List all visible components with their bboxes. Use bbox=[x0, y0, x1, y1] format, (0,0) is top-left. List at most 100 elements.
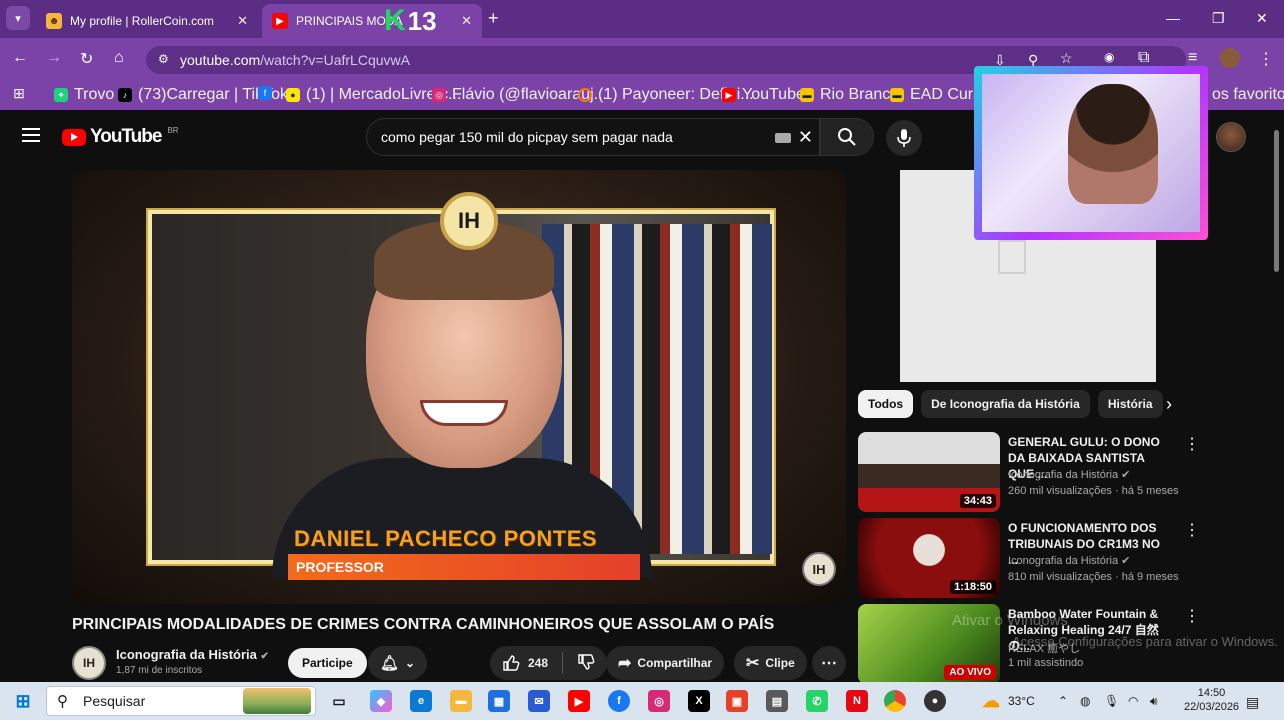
channel-watermark[interactable]: IH bbox=[802, 552, 836, 586]
share-button[interactable]: ➦ Compartilhar bbox=[606, 646, 725, 680]
show-hidden-icons-icon[interactable]: ⌃ bbox=[1058, 694, 1068, 708]
reload-button[interactable]: ↻ bbox=[80, 49, 93, 69]
back-button[interactable]: ← bbox=[12, 49, 28, 67]
clip-button[interactable]: ✂ Clipe bbox=[734, 646, 807, 680]
video-frame-border bbox=[148, 210, 774, 578]
recommendation-channel[interactable]: Iconografia da História ✔ bbox=[1008, 554, 1130, 567]
minimize-button[interactable]: — bbox=[1166, 10, 1180, 26]
bookmark-trovo[interactable]: ✦ Trovo bbox=[54, 86, 114, 104]
recommendation-thumbnail[interactable]: 34:43 bbox=[858, 432, 1000, 512]
task-view-icon[interactable]: ▭ bbox=[328, 690, 350, 712]
chip-history[interactable]: História bbox=[1097, 390, 1163, 418]
more-actions-button[interactable]: ⋯ bbox=[812, 646, 846, 680]
more-actions-icon[interactable]: ⋮ bbox=[1184, 520, 1200, 540]
keyboard-icon[interactable] bbox=[775, 133, 791, 143]
live-badge: AO VIVO bbox=[944, 665, 996, 680]
gallery-app-icon[interactable]: ▤ bbox=[766, 690, 788, 712]
recommendation-item[interactable]: 1:18:50 O FUNCIONAMENTO DOS TRIBUNAIS DO… bbox=[858, 518, 1200, 598]
wifi-icon[interactable]: ◠ bbox=[1128, 694, 1138, 708]
taskbar-search[interactable]: ⚲ Pesquisar bbox=[46, 686, 316, 716]
tab-close-icon[interactable]: ✕ bbox=[237, 13, 248, 29]
office-app-icon[interactable]: ▣ bbox=[726, 690, 748, 712]
video-player[interactable]: IH DANIEL PACHECO PONTES PROFESSOR IH bbox=[72, 170, 846, 604]
streamer-figure bbox=[1068, 84, 1158, 204]
obs-icon[interactable]: ● bbox=[924, 690, 946, 712]
share-icon: ➦ bbox=[618, 655, 632, 672]
like-count: 248 bbox=[528, 656, 549, 670]
volume-icon[interactable]: 🔊︎ bbox=[1150, 694, 1158, 709]
channel-avatar[interactable]: IH bbox=[72, 646, 106, 680]
x-app-icon[interactable]: X bbox=[688, 690, 710, 712]
recommendation-thumbnail[interactable]: 1:18:50 bbox=[858, 518, 1000, 598]
chrome-icon[interactable] bbox=[884, 690, 906, 712]
recommendation-item[interactable]: 34:43 GENERAL GULU: O DONO DA BAIXADA SA… bbox=[858, 432, 1200, 512]
chevron-down-icon: ⌄ bbox=[405, 656, 416, 670]
store-icon[interactable]: ▦ bbox=[488, 690, 510, 712]
kick-logo-icon: K bbox=[384, 4, 406, 37]
temperature[interactable]: 33°C bbox=[1008, 694, 1035, 708]
search-input[interactable]: como pegar 150 mil do picpay sem pagar n… bbox=[366, 118, 820, 156]
person-smile bbox=[420, 400, 508, 426]
facebook-app-icon[interactable]: f bbox=[608, 690, 630, 712]
netflix-icon[interactable]: N bbox=[846, 690, 868, 712]
browser-menu-icon[interactable]: ⋮ bbox=[1258, 49, 1274, 69]
notifications-button[interactable]: 🔔︎ ⌄ bbox=[368, 646, 428, 680]
new-tab-button[interactable]: + bbox=[488, 8, 499, 29]
search-button[interactable] bbox=[820, 118, 874, 156]
instagram-app-icon[interactable]: ◎ bbox=[648, 690, 670, 712]
network-icon[interactable]: ◍ bbox=[1080, 694, 1090, 708]
reading-list-icon[interactable]: ≡ bbox=[1188, 49, 1197, 67]
thumbs-up-icon bbox=[503, 655, 520, 671]
verified-icon: ✔ bbox=[260, 651, 269, 662]
like-button[interactable]: 248 bbox=[502, 654, 548, 672]
forward-button[interactable]: → bbox=[46, 49, 62, 67]
notifications-icon[interactable]: ▤ bbox=[1246, 694, 1259, 711]
microphone-tray-icon[interactable]: 🎙︎ bbox=[1104, 694, 1119, 708]
dislike-button[interactable] bbox=[577, 653, 595, 674]
youtube-logo[interactable]: YouTube BR bbox=[62, 126, 179, 148]
voice-search-button[interactable] bbox=[886, 120, 922, 156]
maximize-button[interactable]: ❐ bbox=[1212, 10, 1225, 27]
copilot-icon[interactable]: ◆ bbox=[370, 690, 392, 712]
chip-all[interactable]: Todos bbox=[858, 390, 914, 418]
clear-search-icon[interactable]: ✕ bbox=[798, 127, 813, 148]
profile-avatar[interactable] bbox=[1220, 48, 1240, 68]
weather-icon[interactable]: ☁ bbox=[980, 690, 1002, 712]
account-avatar[interactable] bbox=[1216, 122, 1246, 152]
recommendation-channel[interactable]: Iconografia da História ✔ bbox=[1008, 468, 1130, 481]
close-window-button[interactable]: ✕ bbox=[1256, 10, 1268, 27]
more-actions-icon[interactable]: ⋮ bbox=[1184, 434, 1200, 454]
join-button[interactable]: Participe bbox=[288, 648, 367, 678]
tab-search-button[interactable]: ▾ bbox=[6, 6, 30, 30]
page-scrollbar[interactable] bbox=[1272, 116, 1280, 682]
bookmark-rio-branco[interactable]: ▬ Rio Branco bbox=[800, 86, 899, 104]
extension-icon[interactable]: ◉ bbox=[1104, 50, 1114, 64]
channel-name[interactable]: Iconografia da História ✔ bbox=[116, 647, 269, 662]
edge-icon[interactable]: e bbox=[410, 690, 432, 712]
guide-menu-icon[interactable] bbox=[22, 128, 40, 142]
chevron-right-icon[interactable]: › bbox=[1166, 394, 1172, 415]
youtube-app-icon[interactable]: ▶ bbox=[568, 690, 590, 712]
whatsapp-icon[interactable]: ✆ bbox=[806, 690, 828, 712]
tiktok-icon: ♪ bbox=[118, 88, 132, 102]
tab-youtube-video[interactable]: ▶ PRINCIPAIS MODADE ✕ bbox=[262, 4, 482, 38]
extensions-puzzle-icon[interactable]: ⧉ bbox=[1138, 49, 1149, 67]
youtube-icon: ▶ bbox=[722, 88, 736, 102]
mail-icon[interactable]: ✉ bbox=[528, 690, 550, 712]
verified-icon: ✔ bbox=[1121, 555, 1131, 567]
site-info-icon[interactable]: ⚙ bbox=[158, 52, 169, 66]
scrollbar-thumb[interactable] bbox=[1274, 130, 1279, 272]
windows-start-icon[interactable]: ⊞ bbox=[12, 690, 34, 712]
bookmark-youtube[interactable]: ▶ YouTube bbox=[722, 86, 805, 104]
apps-grid-icon[interactable]: ⊞ bbox=[12, 86, 26, 100]
file-explorer-icon[interactable]: ▬ bbox=[450, 690, 472, 712]
bookmark-facebook[interactable]: f bbox=[258, 86, 272, 100]
tab-rollercoin[interactable]: ☻ My profile | RollerCoin.com ✕ bbox=[36, 4, 258, 38]
home-button[interactable]: ⌂ bbox=[114, 49, 124, 67]
more-actions-icon[interactable]: ⋮ bbox=[1184, 606, 1200, 626]
tab-close-icon[interactable]: ✕ bbox=[461, 13, 472, 29]
all-bookmarks[interactable]: os favoritos bbox=[1212, 86, 1284, 104]
chip-from-channel[interactable]: De Iconografia da História bbox=[921, 390, 1090, 418]
system-clock[interactable]: 14:50 22/03/2026 bbox=[1184, 686, 1239, 714]
bookmark-star-icon[interactable]: ☆ bbox=[1060, 50, 1073, 67]
